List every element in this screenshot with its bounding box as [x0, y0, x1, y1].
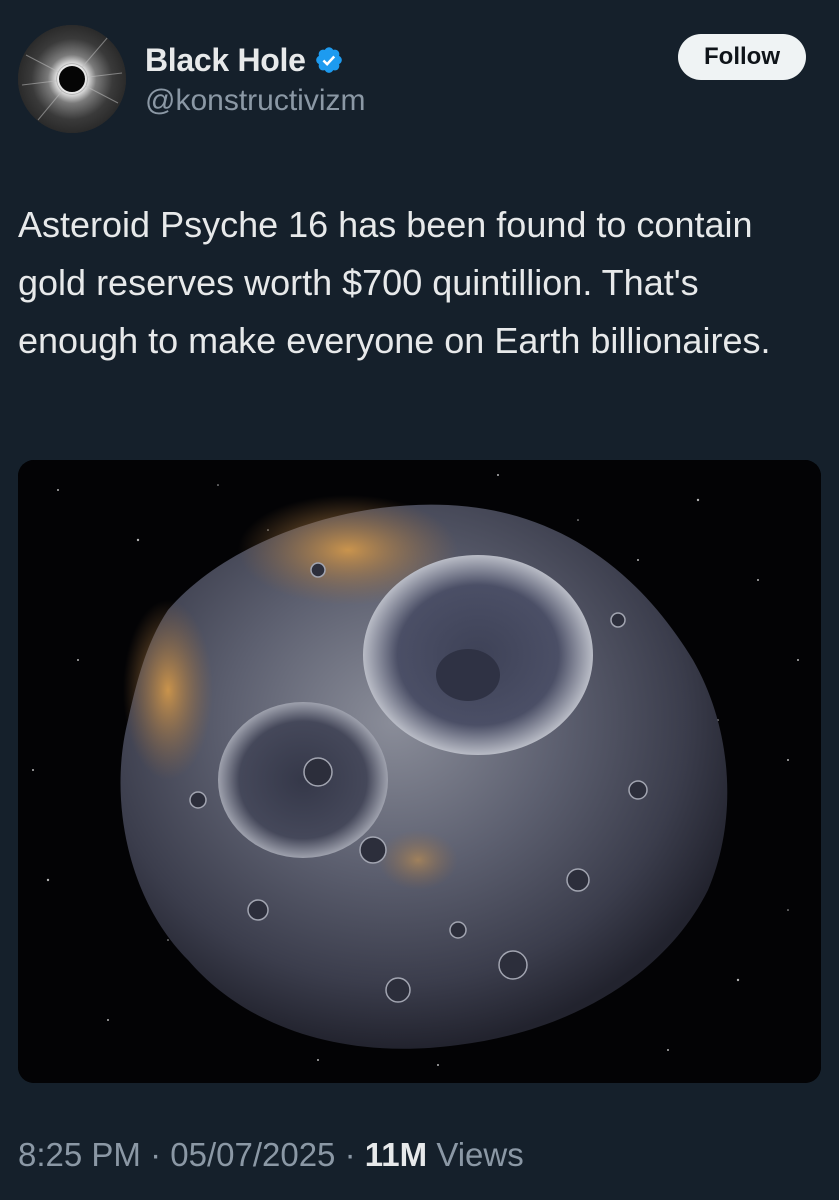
author-avatar[interactable]: [18, 25, 126, 133]
views-count: 11M: [364, 1136, 428, 1173]
meta-separator: ·: [344, 1136, 356, 1173]
tweet-text: Asteroid Psyche 16 has been found to con…: [18, 204, 771, 361]
tweet-time[interactable]: 8:25 PM: [18, 1136, 141, 1173]
views-label: Views: [436, 1136, 524, 1173]
asteroid-image: [18, 460, 821, 1083]
verified-badge-icon[interactable]: [314, 45, 344, 75]
black-hole-avatar-icon: [18, 25, 126, 133]
follow-button[interactable]: Follow: [678, 34, 806, 80]
tweet-meta: 8:25 PM · 05/07/2025 · 11M Views: [18, 1136, 524, 1174]
author-handle[interactable]: @konstructivizm: [145, 84, 366, 118]
tweet-date[interactable]: 05/07/2025: [170, 1136, 335, 1173]
author-display-name[interactable]: Black Hole: [145, 42, 306, 79]
tweet-media-image[interactable]: [18, 460, 821, 1083]
meta-separator: ·: [150, 1136, 162, 1173]
author-name-row: Black Hole: [145, 40, 344, 80]
